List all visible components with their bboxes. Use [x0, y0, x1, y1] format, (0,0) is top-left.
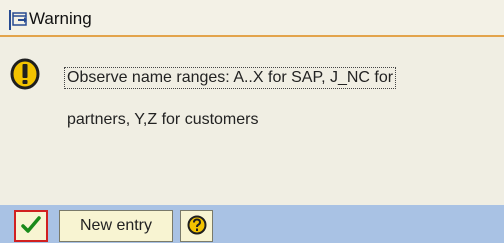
new-entry-button[interactable]: New entry	[59, 210, 173, 242]
message-line-2: partners, Y,Z for customers	[67, 111, 259, 128]
dialog-title-icon	[12, 12, 27, 26]
checkmark-icon	[21, 216, 41, 233]
title-bar: Warning	[0, 0, 504, 36]
dialog-title: Warning	[29, 9, 92, 28]
warning-icon	[10, 58, 40, 90]
title-bar-edge	[0, 35, 504, 37]
help-button[interactable]	[180, 210, 213, 242]
help-icon	[187, 215, 206, 235]
title-left-rule	[9, 10, 11, 30]
message-line-1: Observe name ranges: A..X for SAP, J_NC …	[64, 67, 397, 89]
warning-message: Observe name ranges: A..X for SAP, J_NC …	[64, 60, 497, 130]
ok-button[interactable]	[14, 210, 48, 242]
warning-dialog: Warning Observe name ranges: A..X for SA…	[0, 0, 504, 243]
